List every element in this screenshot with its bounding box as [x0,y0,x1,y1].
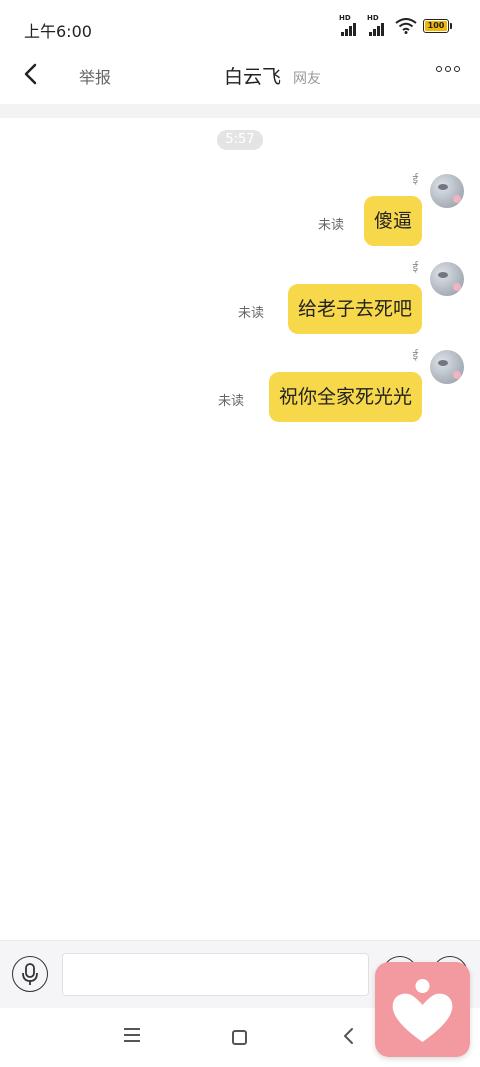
menu-icon[interactable] [124,1028,140,1042]
status-icons: HD HD 100 [339,14,452,36]
message-row: ई 傻逼 未读 [0,173,466,254]
more-dot [454,66,460,72]
contact-name: 白云飞 [224,66,282,88]
avatar[interactable] [430,262,464,296]
message-bubble[interactable]: 给老子去死吧 [287,284,422,334]
unread-status: 未读 [217,394,244,409]
signal-hd-label: HD [339,14,351,22]
sender-mark: ई [412,173,418,186]
signal-icon: HD [339,14,361,36]
chat-header: 举报 白云飞 网友 [0,56,480,104]
message-row: ई 祝你全家死光光 未读 [0,349,466,430]
contact-title: 白云飞 网友 [224,62,321,89]
heart-person-icon [392,979,453,1042]
more-dot [445,66,451,72]
home-icon[interactable] [232,1030,247,1045]
report-button[interactable]: 举报 [79,64,111,88]
more-dot [436,66,442,72]
wifi-icon [395,18,417,34]
header-divider [0,104,480,118]
signal-hd-label: HD [367,14,379,22]
status-time: 上午6:00 [24,22,92,41]
signal-icon: HD [367,14,389,36]
unread-status: 未读 [237,306,264,321]
voice-button[interactable] [12,956,48,992]
back-button[interactable] [18,60,46,88]
message-bubble[interactable]: 祝你全家死光光 [268,372,422,422]
avatar[interactable] [430,174,464,208]
message-timestamp: 5:57 [217,130,263,150]
avatar[interactable] [430,350,464,384]
message-bubble[interactable]: 傻逼 [363,196,422,246]
battery-level: 100 [425,21,447,31]
sender-mark: ई [412,261,418,274]
more-options-button[interactable] [436,66,460,72]
status-bar: 上午6:00 HD HD 100 [0,0,480,56]
unread-status: 未读 [317,218,344,233]
message-input[interactable] [62,953,369,996]
battery-icon: 100 [423,19,452,33]
contact-relation: 网友 [293,71,322,87]
floating-heart-widget[interactable] [375,962,470,1057]
nav-back-icon[interactable] [340,1026,358,1046]
message-row: ई 给老子去死吧 未读 [0,261,466,342]
sender-mark: ई [412,349,418,362]
microphone-icon [21,962,38,985]
